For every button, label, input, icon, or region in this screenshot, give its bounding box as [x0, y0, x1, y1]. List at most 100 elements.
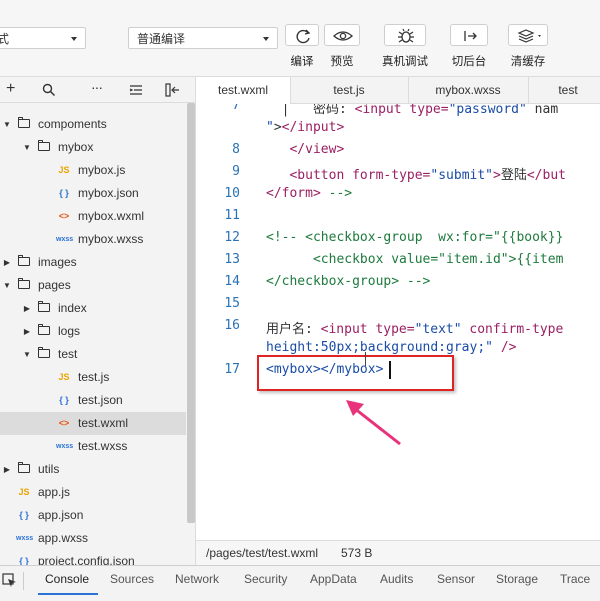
- line-number: 11: [224, 208, 240, 223]
- folder-icon: [18, 462, 30, 473]
- devtools-tab-network[interactable]: Network: [175, 572, 219, 586]
- compile-button[interactable]: [285, 24, 319, 46]
- tab-test-wxml[interactable]: test.wxml: [196, 77, 291, 104]
- json-file-icon: { }: [59, 188, 69, 198]
- tree-item-label: utils: [38, 462, 60, 476]
- tree-item-label: index: [58, 301, 87, 315]
- tree-item-label: test.wxml: [78, 416, 129, 430]
- tab-mybox-wxss[interactable]: mybox.wxss: [408, 77, 529, 103]
- tree-item-label: app.wxss: [38, 531, 89, 545]
- chevron-down-icon[interactable]: ▼: [2, 274, 12, 297]
- chevron-down-icon[interactable]: ▼: [2, 113, 12, 136]
- tree-item[interactable]: ▼ compoments: [0, 113, 186, 136]
- tree-item[interactable]: ▶ utils: [0, 458, 186, 481]
- chevron-right-icon[interactable]: ▶: [2, 251, 12, 274]
- remote-debug-button[interactable]: [384, 24, 426, 46]
- tree-item-label: mybox.wxml: [78, 209, 145, 223]
- code-line[interactable]: </view>: [266, 142, 344, 157]
- tree-item-label: logs: [58, 324, 81, 338]
- devtools-tab-security[interactable]: Security: [244, 572, 287, 586]
- devtools-tab-sources[interactable]: Sources: [110, 572, 154, 586]
- mouse-ibeam: [365, 352, 366, 366]
- folder-icon: [18, 255, 30, 266]
- more-icon[interactable]: ···: [91, 79, 103, 95]
- toolbar: 式 普通编译 编译 预览 真机调试 切后台 清缓存: [0, 0, 600, 77]
- devtools-tab-appdata[interactable]: AppData: [310, 572, 357, 586]
- json-file-icon: { }: [19, 510, 29, 520]
- chevron-down-icon: [263, 37, 269, 41]
- devtools-tab-trace[interactable]: Trace: [560, 572, 590, 586]
- layers-icon: [517, 29, 541, 43]
- chevron-right-icon[interactable]: ▶: [22, 320, 32, 343]
- tree-item[interactable]: JS test.js: [0, 366, 186, 389]
- compile-label: 编译: [290, 56, 314, 68]
- wxml-file-icon: <>: [58, 418, 70, 428]
- chevron-down-icon[interactable]: ▼: [22, 343, 32, 366]
- remote-debug-label: 真机调试: [382, 56, 428, 68]
- search-icon[interactable]: [42, 83, 56, 97]
- tree-item[interactable]: <> test.wxml: [0, 412, 186, 435]
- tree-item[interactable]: { } test.json: [0, 389, 186, 412]
- tree-item[interactable]: ▼ mybox: [0, 136, 186, 159]
- tree-item[interactable]: { } mybox.json: [0, 182, 186, 205]
- compile-select-value: 普通编译: [137, 32, 186, 46]
- tree-item[interactable]: wxss test.wxss: [0, 435, 186, 458]
- background-button[interactable]: [450, 24, 488, 46]
- tree-item[interactable]: JS mybox.js: [0, 159, 186, 182]
- line-number: 15: [224, 296, 240, 311]
- tree-item[interactable]: ▶ index: [0, 297, 186, 320]
- devtools-tab-console[interactable]: Console: [45, 572, 89, 586]
- sidebar-scrollbar[interactable]: [187, 103, 195, 523]
- code-line[interactable]: </checkbox-group> -->: [266, 274, 430, 289]
- devtools-tab-sensor[interactable]: Sensor: [437, 572, 475, 586]
- tab-test[interactable]: test: [528, 77, 600, 103]
- tree-item-label: mybox.wxss: [78, 232, 144, 246]
- sidebar-toolbar: + ···: [0, 77, 196, 103]
- inspect-icon[interactable]: [2, 573, 18, 589]
- code-line[interactable]: <button form-type="submit">登陆</but: [266, 164, 566, 183]
- tree-item[interactable]: ▼ pages: [0, 274, 186, 297]
- tree-item[interactable]: JS app.js: [0, 481, 186, 504]
- mode-select-value: 式: [0, 32, 10, 46]
- mode-select[interactable]: 式: [0, 27, 86, 49]
- collapse-all-icon[interactable]: [129, 84, 143, 96]
- chevron-down-icon[interactable]: ▼: [22, 136, 32, 159]
- code-line[interactable]: 用户名: <input type="text" confirm-type: [266, 318, 563, 337]
- tree-item[interactable]: ▼ test: [0, 343, 186, 366]
- code-line[interactable]: </form> -->: [266, 186, 352, 201]
- folder-icon: [18, 278, 30, 289]
- line-number: 12: [224, 230, 240, 245]
- code-line[interactable]: height:50px;background:gray;" />: [266, 340, 516, 355]
- devtools-tab-audits[interactable]: Audits: [380, 572, 413, 586]
- tab-test-js[interactable]: test.js: [290, 77, 409, 103]
- clear-cache-button[interactable]: [508, 24, 548, 46]
- tree-item[interactable]: wxss app.wxss: [0, 527, 186, 550]
- json-file-icon: { }: [19, 556, 29, 565]
- compile-select[interactable]: 普通编译: [128, 27, 278, 49]
- code-line[interactable]: "></input>: [266, 120, 344, 135]
- file-size: 573 B: [341, 546, 373, 560]
- line-number: 14: [224, 274, 240, 289]
- code-editor[interactable]: 7 | 密码: <input type="password" nam "></in…: [196, 104, 600, 536]
- code-line[interactable]: <checkbox value="item.id">{{item: [266, 252, 563, 267]
- active-tab-underline: [38, 593, 98, 595]
- code-line[interactable]: <!-- <checkbox-group wx:for="{{book}}: [266, 230, 563, 245]
- tree-item-label: mybox: [58, 140, 94, 154]
- chevron-down-icon: [71, 37, 77, 41]
- tree-item[interactable]: ▶ images: [0, 251, 186, 274]
- chevron-right-icon[interactable]: ▶: [22, 297, 32, 320]
- tree-item-label: pages: [38, 278, 71, 292]
- tree-item[interactable]: wxss mybox.wxss: [0, 228, 186, 251]
- split-panel-icon[interactable]: [165, 83, 181, 97]
- tree-item[interactable]: <> mybox.wxml: [0, 205, 186, 228]
- js-file-icon: JS: [18, 487, 30, 497]
- tree-item[interactable]: ▶ logs: [0, 320, 186, 343]
- devtools-tab-storage[interactable]: Storage: [496, 572, 538, 586]
- code-line[interactable]: | 密码: <input type="password" nam: [266, 104, 559, 117]
- preview-button[interactable]: [324, 24, 360, 46]
- add-icon[interactable]: +: [6, 80, 15, 98]
- status-bar: /pages/test/test.wxml 573 B: [196, 540, 600, 565]
- chevron-right-icon[interactable]: ▶: [2, 458, 12, 481]
- tree-item[interactable]: { } project.config.json: [0, 550, 186, 565]
- tree-item[interactable]: { } app.json: [0, 504, 186, 527]
